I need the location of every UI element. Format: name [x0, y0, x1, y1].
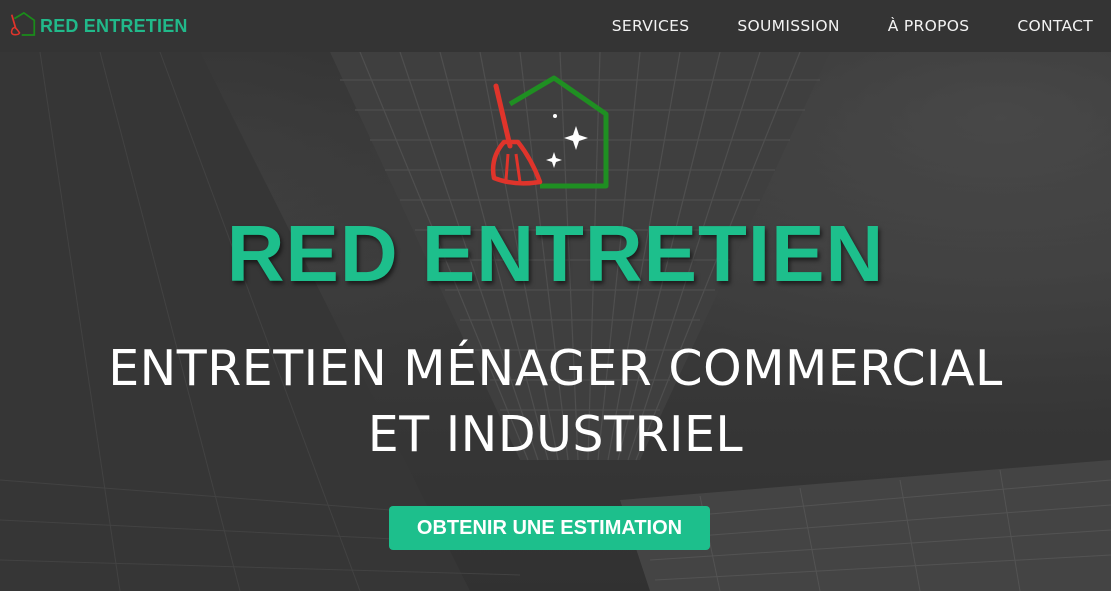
nav-link-soumission[interactable]: SOUMISSION	[737, 17, 839, 35]
get-estimate-button[interactable]: OBTENIR UNE ESTIMATION	[389, 506, 710, 550]
brand-link[interactable]: RED ENTRETIEN	[10, 11, 188, 42]
nav-link-services[interactable]: SERVICES	[612, 17, 690, 35]
logo-small-icon	[10, 11, 36, 42]
hero-content: RED ENTRETIEN ENTRETIEN MÉNAGER COMMERCI…	[0, 0, 1111, 591]
navbar: RED ENTRETIEN SERVICES SOUMISSION À PROP…	[0, 0, 1111, 52]
hero-subtitle-line-1: ENTRETIEN MÉNAGER COMMERCIAL	[108, 340, 1003, 397]
house-broom-logo-icon	[484, 74, 614, 197]
brand-name: RED ENTRETIEN	[40, 15, 188, 36]
nav-link-a-propos[interactable]: À PROPOS	[888, 17, 970, 35]
hero-subtitle-line-2: ET INDUSTRIEL	[367, 406, 744, 463]
hero-subtitle: ENTRETIEN MÉNAGER COMMERCIAL ET INDUSTRI…	[0, 336, 1111, 468]
nav-link-contact[interactable]: CONTACT	[1017, 17, 1093, 35]
main-nav: SERVICES SOUMISSION À PROPOS CONTACT	[612, 17, 1093, 35]
hero-title: RED ENTRETIEN	[226, 209, 885, 298]
